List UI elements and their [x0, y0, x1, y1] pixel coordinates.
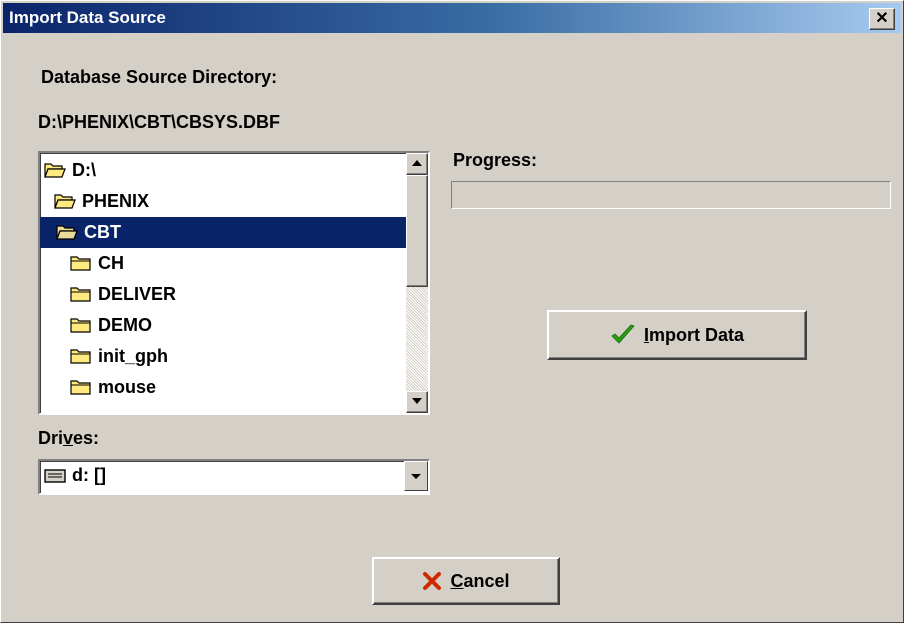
- drives-selected-value: d: []: [72, 465, 106, 485]
- directory-item-label: CBT: [84, 222, 121, 242]
- folder-icon: [70, 287, 91, 302]
- drives-dropdown[interactable]: d: []: [38, 459, 430, 495]
- title-bar: Import Data Source ✕: [3, 3, 901, 33]
- close-icon: ✕: [875, 10, 889, 27]
- checkmark-icon: [611, 324, 635, 344]
- cancel-label: ancel: [463, 570, 510, 591]
- drive-icon: [44, 469, 66, 483]
- directory-item-label: DELIVER: [98, 284, 177, 304]
- folder-icon: [70, 349, 91, 364]
- scroll-up-button[interactable]: [406, 153, 428, 175]
- directory-item[interactable]: PHENIX: [40, 186, 406, 217]
- progress-label: Progress:: [453, 150, 538, 170]
- directory-item[interactable]: init_gph: [40, 341, 406, 372]
- scroll-down-button[interactable]: [406, 391, 428, 413]
- directory-item-label: CH: [98, 253, 124, 273]
- cancel-button[interactable]: Cancel: [372, 557, 560, 605]
- close-button[interactable]: ✕: [869, 8, 895, 30]
- directory-item[interactable]: mouse: [40, 372, 406, 403]
- directory-items: D:\ PHENIX CBT CH DELIVER DEMO init_gphmouse: [40, 155, 406, 403]
- scroll-thumb[interactable]: [406, 175, 428, 287]
- directory-item-label: mouse: [98, 377, 157, 397]
- cross-icon: [423, 572, 442, 590]
- directory-item[interactable]: DELIVER: [40, 279, 406, 310]
- folder-icon: [70, 256, 91, 271]
- arrow-down-icon: [412, 398, 422, 404]
- directory-item-label: PHENIX: [82, 191, 150, 211]
- import-label: mport Data: [649, 324, 745, 345]
- directory-item-label: DEMO: [98, 315, 152, 335]
- arrow-up-icon: [412, 160, 422, 166]
- open-folder-icon: [54, 194, 76, 209]
- directory-item-label: D:\: [72, 160, 96, 180]
- directory-listbox[interactable]: D:\ PHENIX CBT CH DELIVER DEMO init_gphmouse: [38, 151, 430, 415]
- directory-item[interactable]: DEMO: [40, 310, 406, 341]
- folder-icon: [70, 380, 91, 395]
- directory-item[interactable]: D:\: [40, 155, 406, 186]
- directory-item-label: init_gph: [98, 346, 168, 366]
- drives-label: Drives:: [38, 428, 100, 448]
- source-path-text: D:\PHENIX\CBT\CBSYS.DBF: [38, 112, 281, 132]
- progress-bar: [451, 181, 891, 209]
- folder-icon: [70, 318, 91, 333]
- directory-scrollbar[interactable]: [406, 153, 428, 413]
- directory-item[interactable]: CH: [40, 248, 406, 279]
- window-title: Import Data Source: [9, 8, 166, 27]
- open-folder-icon: [56, 225, 78, 240]
- cancel-mnemonic: C: [450, 570, 464, 591]
- import-data-source-dialog: Import Data Source ✕ Database Source Dir…: [0, 0, 904, 623]
- source-directory-label: Database Source Directory:: [41, 67, 278, 87]
- directory-item[interactable]: CBT: [40, 217, 406, 248]
- import-data-button[interactable]: Import Data: [547, 310, 807, 360]
- drives-dropdown-button[interactable]: [404, 461, 428, 491]
- open-folder-icon: [44, 163, 66, 178]
- chevron-down-icon: [411, 474, 421, 479]
